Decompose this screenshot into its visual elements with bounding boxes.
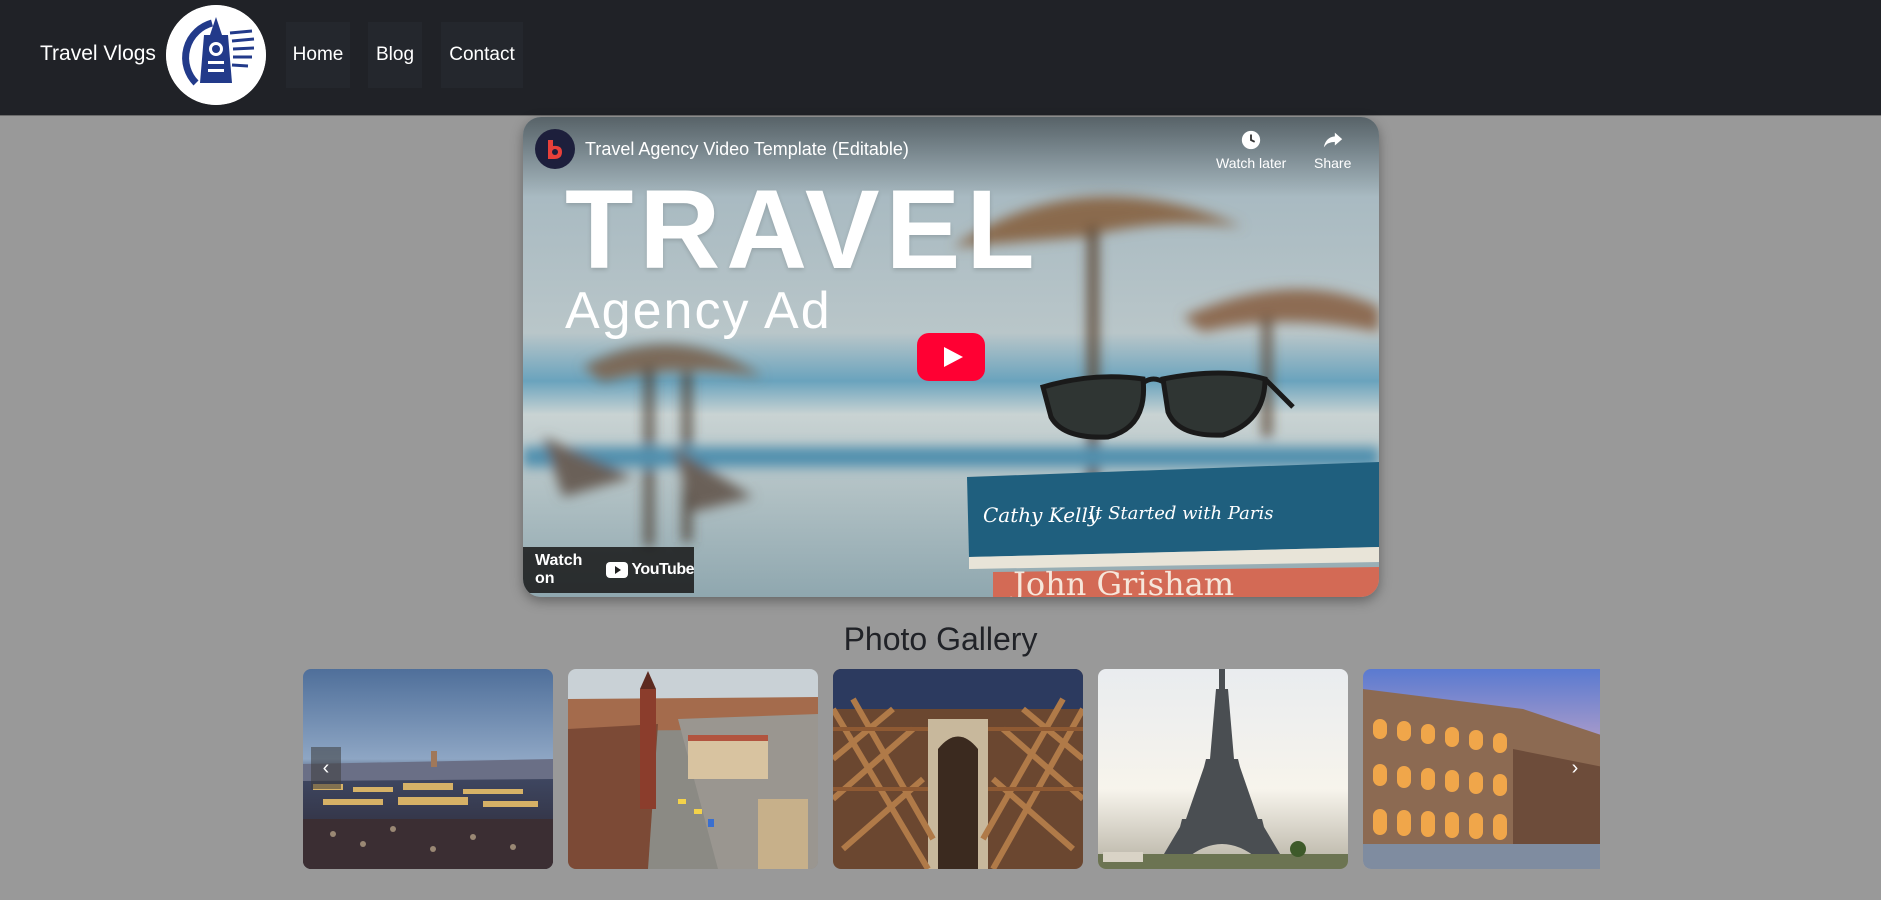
- svg-text:Cathy Kelly: Cathy Kelly: [983, 503, 1100, 527]
- channel-avatar[interactable]: [535, 129, 575, 169]
- brand-title[interactable]: Travel Vlogs: [40, 42, 156, 66]
- photo-old-town-square: [568, 669, 818, 869]
- thumbnail-subheading: Agency Ad: [565, 282, 832, 340]
- video-title[interactable]: Travel Agency Video Template (Editable): [585, 139, 909, 160]
- thumbnail-heading: TRAVEL: [565, 167, 1041, 292]
- watch-later-label: Watch later: [1216, 155, 1287, 171]
- gallery-photo-old-town[interactable]: [568, 669, 818, 869]
- youtube-play-icon: [606, 562, 629, 578]
- big-ben-globe-logo-icon: [166, 5, 266, 105]
- nav-blog[interactable]: Blog: [368, 22, 422, 88]
- logo[interactable]: [166, 5, 266, 105]
- gallery-photo-scaffold[interactable]: [833, 669, 1083, 869]
- gallery-photo-eiffel[interactable]: [1098, 669, 1348, 869]
- nav-contact[interactable]: Contact: [441, 22, 523, 88]
- photo-gallery: [303, 669, 1600, 869]
- nav-home[interactable]: Home: [286, 22, 350, 88]
- play-button[interactable]: [917, 333, 985, 381]
- svg-text:It Started with Paris: It Started with Paris: [1087, 503, 1273, 524]
- watch-on-youtube-button[interactable]: Watch on YouTube: [523, 547, 694, 593]
- carousel-prev-button[interactable]: ‹: [311, 747, 341, 789]
- video-embed[interactable]: Cathy Kelly It Started with Paris John G…: [523, 117, 1379, 597]
- svg-text:John Grisham: John Grisham: [1010, 565, 1234, 597]
- share-label: Share: [1314, 155, 1352, 171]
- gallery-heading: Photo Gallery: [843, 621, 1038, 657]
- watch-later-button[interactable]: Watch later: [1216, 129, 1286, 171]
- clock-icon: [1241, 130, 1261, 150]
- navbar: Travel Vlogs Home Blog Contact: [0, 0, 1881, 116]
- carousel-next-button[interactable]: ›: [1560, 747, 1590, 789]
- chevron-right-icon: ›: [1571, 756, 1579, 779]
- youtube-logo: YouTube: [606, 561, 694, 579]
- photo-eiffel-tower: [1098, 669, 1348, 869]
- photo-wooden-scaffold: [833, 669, 1083, 869]
- chevron-left-icon: ‹: [322, 756, 330, 779]
- share-arrow-icon: [1323, 132, 1342, 148]
- play-icon: [917, 333, 985, 381]
- share-button[interactable]: Share: [1314, 129, 1351, 171]
- channel-logo-icon: [548, 140, 562, 159]
- youtube-word: YouTube: [631, 561, 694, 578]
- watch-on-label: Watch on: [535, 552, 583, 587]
